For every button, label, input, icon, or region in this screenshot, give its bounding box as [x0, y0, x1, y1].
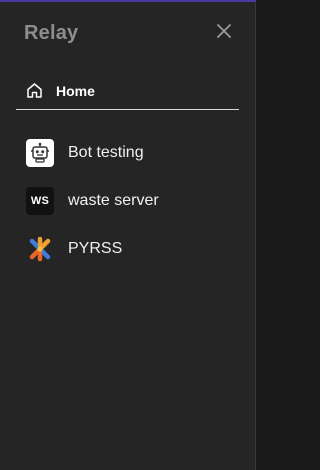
server-name: Bot testing: [68, 144, 144, 161]
server-name: waste server: [68, 192, 159, 209]
top-accent-bar: [0, 0, 256, 2]
app-title: Relay: [24, 21, 79, 44]
server-initials-avatar: WS: [26, 187, 54, 215]
close-button[interactable]: [213, 22, 235, 44]
home-icon: [25, 82, 43, 100]
server-item-pyrss[interactable]: PYRSS: [26, 233, 236, 265]
server-item-bot-testing[interactable]: Bot testing: [26, 137, 236, 169]
server-list: Bot testing WS waste server PYRSS: [26, 137, 236, 281]
robot-icon: [26, 139, 54, 167]
sidebar-header: Relay: [24, 20, 235, 46]
nav-home[interactable]: Home: [16, 72, 239, 110]
server-item-waste-server[interactable]: WS waste server: [26, 185, 236, 217]
nav-home-label: Home: [56, 82, 95, 99]
pyrss-logo-icon: [26, 235, 54, 263]
sidebar-panel: Relay Home Bot testing WS waste server P…: [0, 0, 256, 470]
server-name: PYRSS: [68, 240, 123, 257]
close-icon: [217, 23, 231, 43]
